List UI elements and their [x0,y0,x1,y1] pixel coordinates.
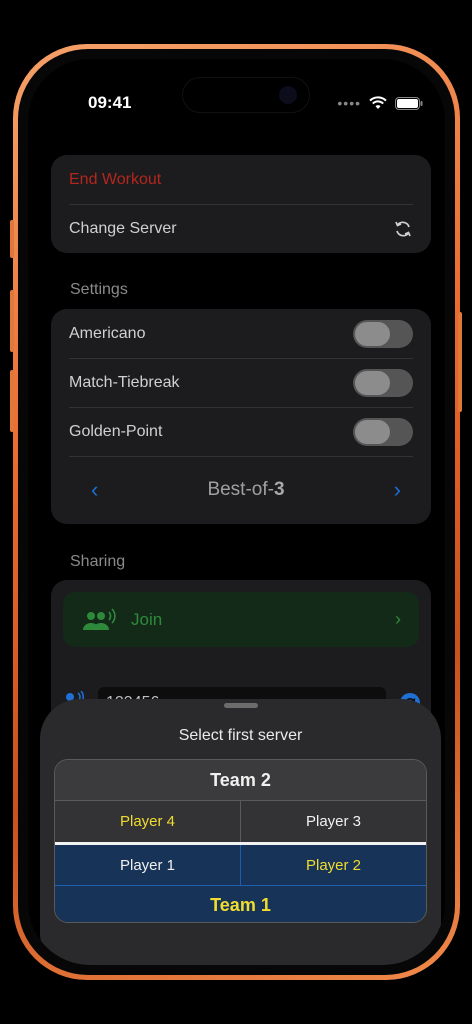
change-server-label: Change Server [69,219,177,237]
sharing-section-label: Sharing [70,553,126,570]
best-of-value: Best-of-3 [207,479,285,500]
phone-frame: 09:41 •••• End Workout Change Server Set… [13,44,460,980]
chevron-right-icon[interactable]: › [394,477,401,503]
status-time: 09:41 [88,93,132,112]
setting-label: Golden-Point [69,422,163,440]
settings-section-label: Settings [70,281,128,298]
refresh-icon [395,220,411,237]
end-workout-button[interactable]: End Workout [51,155,431,204]
phone-bezel: 09:41 •••• End Workout Change Server Set… [18,49,455,975]
setting-golden-point: Golden-Point [51,407,431,456]
select-server-sheet: Select first server Team 2 Player 4 Play… [40,699,441,965]
match-tiebreak-toggle[interactable] [353,368,413,397]
volume-up-button [10,290,14,352]
team-top-players: Player 4 Player 3 [55,801,426,842]
volume-down-button [10,370,14,432]
chevron-right-icon: › [395,609,401,629]
setting-match-tiebreak: Match-Tiebreak [51,358,431,407]
sheet-grabber[interactable] [224,703,258,708]
team-bottom-players: Player 1 Player 2 [55,845,426,886]
battery-icon [395,96,423,110]
status-icons: •••• [337,95,423,111]
player-1-button[interactable]: Player 1 [55,845,240,885]
team-bottom-button[interactable]: Team 1 [55,886,426,922]
team-top-button[interactable]: Team 2 [55,760,426,801]
best-of-stepper: ‹ Best-of-3 › [51,456,431,524]
join-button[interactable]: Join › [63,592,419,647]
end-workout-label: End Workout [69,170,162,188]
setting-label: Americano [69,324,146,342]
signal-dots-icon: •••• [337,95,361,111]
player-3-button[interactable]: Player 3 [240,801,426,842]
camera-icon [279,86,297,104]
americano-toggle[interactable] [353,319,413,348]
court-selector: Team 2 Player 4 Player 3 Player 1 Player… [54,759,427,923]
power-button [458,312,462,412]
actions-group: End Workout Change Server [51,155,431,253]
change-server-button[interactable]: Change Server [51,204,431,253]
wifi-icon [369,96,387,109]
settings-group: Americano Match-Tiebreak Golden-Point ‹ … [51,309,431,524]
player-2-button[interactable]: Player 2 [240,845,426,885]
player-4-button[interactable]: Player 4 [55,801,240,842]
screen: 09:41 •••• End Workout Change Server Set… [28,59,445,965]
setting-americano: Americano [51,309,431,358]
join-label: Join [131,609,163,629]
golden-point-toggle[interactable] [353,417,413,446]
setting-label: Match-Tiebreak [69,373,180,391]
sheet-title: Select first server [178,727,303,744]
chevron-left-icon[interactable]: ‹ [91,477,98,503]
action-button [10,220,14,258]
people-broadcast-icon [83,607,116,630]
dynamic-island [182,77,310,113]
